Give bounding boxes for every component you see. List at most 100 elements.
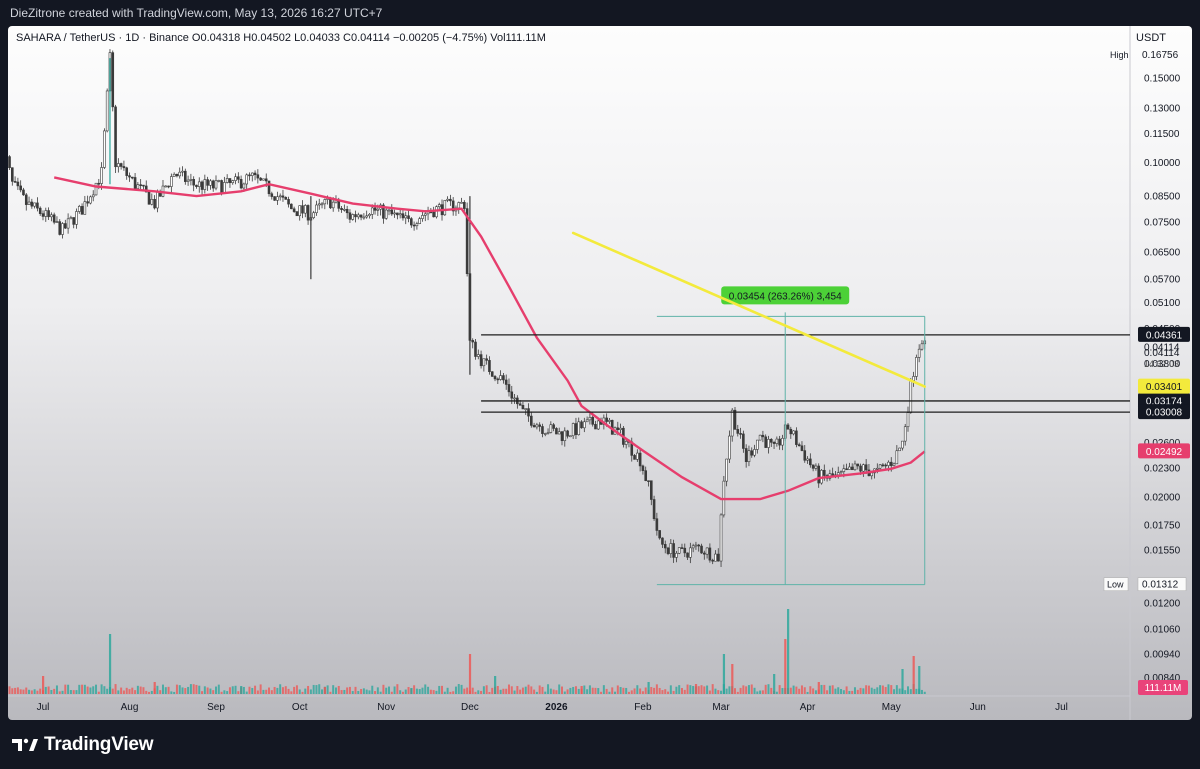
volume-bar (669, 685, 672, 694)
candle-body (675, 552, 678, 558)
candle-body (532, 425, 536, 428)
chart-canvas[interactable]: 0.03454 (263.26%) 3,454 0.15000 0.13000 0.1… (8, 26, 1192, 720)
candle-body (764, 436, 767, 448)
candle (105, 88, 109, 133)
candle-body (89, 196, 92, 204)
candle (295, 211, 299, 217)
candle (284, 196, 288, 200)
candle-body (52, 214, 56, 223)
volume-bar (220, 691, 223, 694)
candle (368, 213, 371, 219)
volume-bar (572, 686, 575, 694)
candle-body (895, 450, 899, 465)
candle (387, 208, 391, 216)
volume-bar (661, 690, 664, 694)
volume-bar (251, 687, 254, 694)
candle-body (549, 424, 553, 433)
volume-bar (446, 687, 449, 694)
volume-bar (315, 685, 318, 694)
volume-bar (301, 691, 304, 694)
price-tick-label: 0.06500 (1144, 247, 1181, 258)
volume-bar (826, 690, 829, 694)
candle (421, 211, 424, 222)
volume-bar (697, 686, 700, 694)
volume-bar (480, 690, 483, 694)
volume-bar (53, 688, 56, 694)
candle (343, 204, 346, 212)
candle-body (583, 421, 586, 429)
candle (557, 427, 561, 435)
candle-body (410, 218, 413, 226)
close-value: C0.04114 (343, 32, 390, 44)
volume-bar (164, 687, 167, 694)
candle (217, 179, 221, 183)
candle-body (591, 417, 594, 425)
volume-bar (64, 684, 67, 694)
symbol-name[interactable]: SAHARA / TetherUS · 1D · Binance (16, 32, 189, 44)
candle-body (192, 179, 195, 186)
volume-bar (775, 691, 778, 694)
candle-body (750, 450, 754, 456)
volume-bar (371, 685, 374, 694)
volume-bar (81, 684, 84, 694)
volume-bar (337, 685, 340, 694)
candle (716, 548, 720, 562)
volume-bar (69, 690, 72, 694)
candle (13, 176, 17, 183)
candle-body (365, 215, 368, 218)
candle-body (658, 530, 661, 539)
volume-bar (641, 691, 644, 694)
candle (666, 546, 670, 556)
currency-label[interactable]: USDT (1136, 32, 1166, 44)
low-value-label: 0.01312 (1142, 580, 1179, 591)
volume-bar (558, 684, 561, 694)
footer-bar: TradingView (0, 720, 1200, 769)
candle-body (253, 172, 257, 176)
countdown-label: 14:32:03 (1144, 359, 1179, 369)
volume-bar (432, 690, 435, 694)
volume-bar (203, 686, 206, 694)
candle-body (175, 173, 179, 177)
candle (317, 198, 321, 210)
volume-bar (365, 689, 368, 694)
volume-bar (298, 689, 301, 694)
candle (443, 199, 447, 216)
candle (476, 349, 480, 360)
candle (83, 195, 87, 215)
volume-spike (784, 639, 787, 694)
candle (703, 550, 706, 560)
volume-bar (714, 688, 717, 694)
candle-body (725, 458, 728, 482)
chart-panel[interactable]: 0.03454 (263.26%) 3,454 0.15000 0.13000 0.1… (8, 26, 1192, 720)
candle-body (69, 217, 73, 220)
volume-bar (362, 688, 365, 694)
candle-body (329, 198, 332, 209)
candle-body (44, 210, 48, 217)
candle-body (772, 442, 776, 444)
candle (797, 442, 801, 447)
volume-bar (167, 686, 170, 694)
volume-bar (284, 686, 287, 694)
candle-body (281, 195, 285, 198)
volume-bar (22, 689, 25, 694)
volume-bar (809, 686, 812, 694)
candle-body (680, 547, 684, 549)
high-value-label: 0.16756 (1142, 50, 1179, 61)
candle (488, 356, 491, 375)
candle-body (209, 180, 212, 186)
volume-bar (435, 690, 438, 694)
candle-body (66, 218, 70, 229)
volume-value: Vol111.11M (490, 32, 546, 44)
price-tick-label: 0.02000 (1144, 492, 1181, 503)
volume-bar (161, 684, 164, 694)
volume-bar (840, 688, 843, 694)
tradingview-logo[interactable]: TradingView (12, 732, 154, 758)
candle (513, 393, 516, 404)
symbol-legend[interactable]: SAHARA / TetherUS · 1D · Binance O0.0431… (16, 32, 546, 44)
candle-body (351, 214, 355, 220)
volume-bar (198, 685, 201, 694)
volume-bar (279, 684, 282, 694)
candle-body (61, 223, 64, 235)
candle (156, 189, 159, 213)
volume-bar (653, 687, 656, 694)
